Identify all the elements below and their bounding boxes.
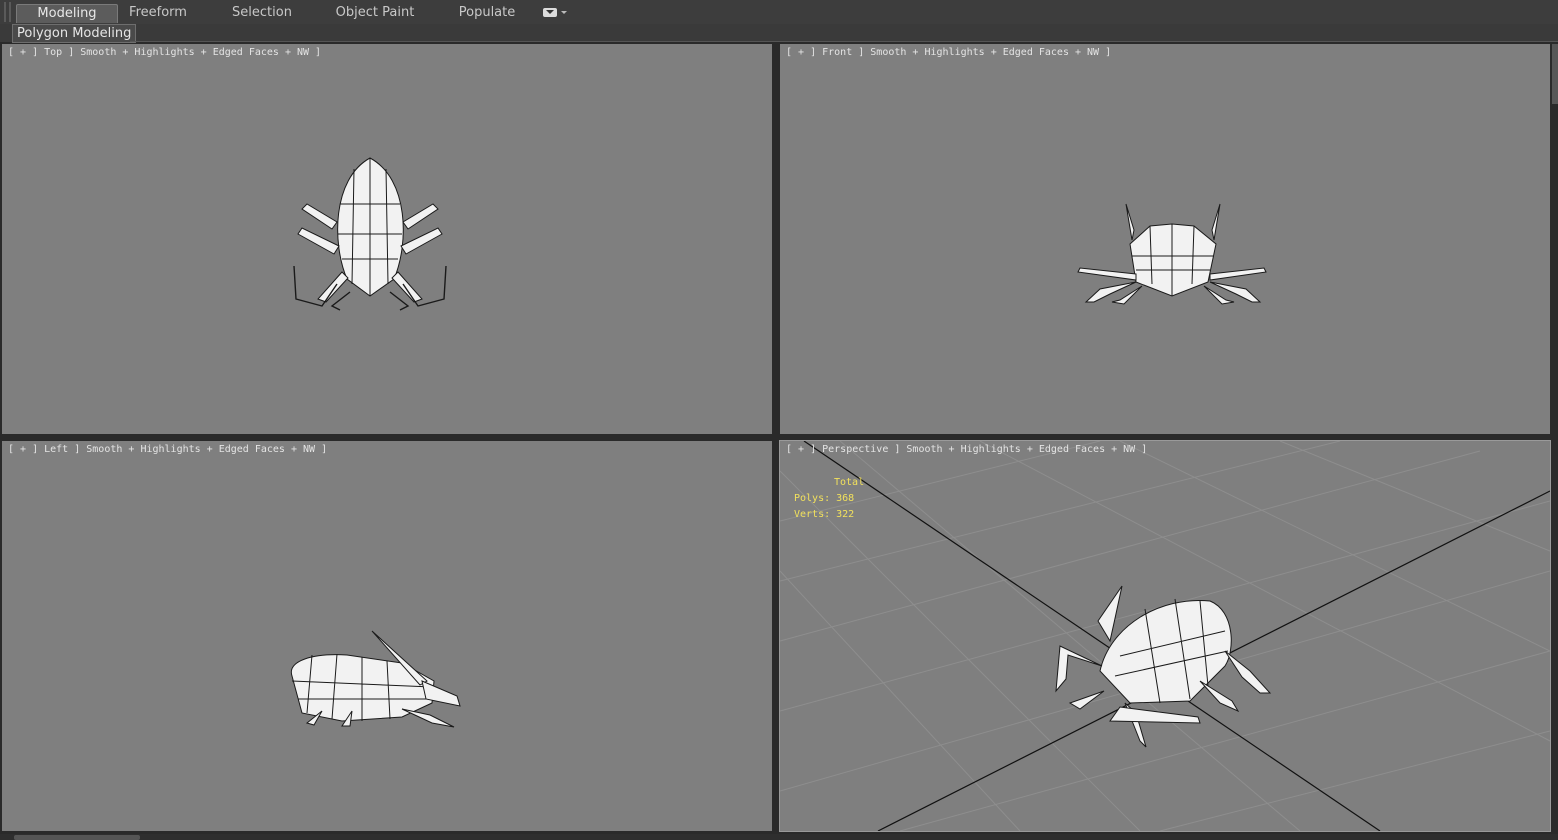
viewport-left[interactable]: [ + ] Left ] Smooth + Highlights + Edged…: [2, 441, 772, 831]
beetle-model-top-view: [293, 157, 447, 311]
viewport-top[interactable]: [ + ] Top ] Smooth + Highlights + Edged …: [2, 44, 772, 434]
ribbon-grip[interactable]: [9, 2, 11, 22]
viewport-perspective[interactable]: [ + ] Perspective ] Smooth + Highlights …: [779, 440, 1551, 832]
vertical-scrollbar[interactable]: [1552, 44, 1558, 104]
stats-header: Total: [834, 477, 865, 488]
tab-modeling[interactable]: Modeling: [16, 4, 118, 23]
tab-object-paint[interactable]: Object Paint: [330, 4, 420, 22]
viewport-perspective-label[interactable]: [ + ] Perspective ] Smooth + Highlights …: [786, 444, 1147, 455]
ribbon-options-dropdown[interactable]: [543, 6, 569, 20]
polygon-modeling-panel-tab[interactable]: Polygon Modeling: [12, 24, 137, 43]
perspective-grid: [780, 441, 1550, 831]
stats-verts: Verts: 322: [794, 509, 855, 520]
panel-divider: [130, 41, 1558, 42]
time-slider-bar: [0, 834, 1558, 840]
beetle-model-left-view: [290, 630, 461, 728]
ribbon-tab-bar: Modeling Freeform Selection Object Paint…: [0, 0, 1558, 25]
viewport-front[interactable]: [ + ] Front ] Smooth + Highlights + Edge…: [780, 44, 1550, 434]
tab-freeform[interactable]: Freeform: [120, 4, 196, 22]
tab-selection[interactable]: Selection: [222, 4, 302, 22]
tab-populate[interactable]: Populate: [450, 4, 524, 22]
beetle-model-front-view: [1077, 203, 1267, 305]
chevron-down-icon: [561, 11, 567, 14]
ribbon-options-icon-triangle: [546, 10, 554, 14]
stats-polys: Polys: 368: [794, 493, 855, 504]
ribbon-panel-bar: Polygon Modeling: [0, 24, 1558, 43]
poly-stats-overlay: Total Polys: 368 Verts: 322: [794, 475, 864, 523]
time-slider-handle[interactable]: [14, 835, 140, 840]
ribbon-grip[interactable]: [4, 2, 6, 22]
